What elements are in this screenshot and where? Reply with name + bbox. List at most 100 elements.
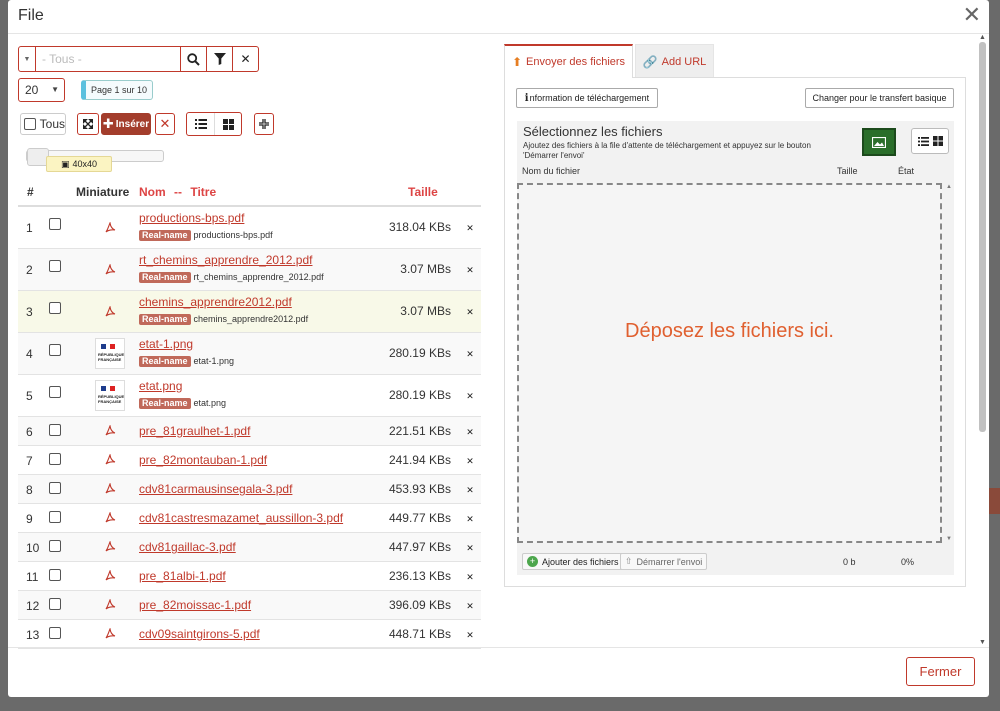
filter-button[interactable] (207, 46, 233, 72)
table-row[interactable]: 5 RÉPUBLIQUE FRANÇAISE etat.png Real-name… (18, 375, 481, 417)
search-button[interactable] (181, 46, 207, 72)
tab-upload[interactable]: ⬆ Envoyer des fichiers (504, 44, 633, 78)
delete-icon[interactable]: ✕ (465, 391, 475, 401)
dialog-scrollbar[interactable]: ▲ ▼ (977, 34, 988, 646)
file-size: 3.07 MBs (400, 262, 451, 276)
close-dialog-button[interactable]: Fermer (906, 657, 975, 686)
file-name-link[interactable]: pre_81albi-1.pdf (139, 569, 226, 583)
delete-icon[interactable]: ✕ (465, 265, 475, 275)
image-mode-button[interactable] (862, 128, 896, 156)
table-row[interactable]: 3 chemins_apprendre2012.pdf Real-name chem… (18, 291, 481, 333)
file-size: 318.04 KBs (388, 220, 451, 234)
delete-icon[interactable]: ✕ (465, 485, 475, 495)
table-row[interactable]: 6 pre_81graulhet-1.pdf 221.51 KBs ✕ (18, 417, 481, 446)
delete-icon[interactable]: ✕ (465, 456, 475, 466)
table-row[interactable]: 11 pre_81albi-1.pdf 236.13 KBs ✕ (18, 562, 481, 591)
image-thumbnail[interactable]: RÉPUBLIQUE FRANÇAISE (95, 338, 125, 369)
image-icon: ▣ (60, 158, 70, 169)
expand-button[interactable] (77, 113, 99, 135)
select-all-checkbox[interactable] (24, 118, 36, 130)
file-name-link[interactable]: cdv81carmausinsegala-3.pdf (139, 482, 292, 496)
delete-icon[interactable]: ✕ (465, 630, 475, 640)
insert-button[interactable]: ✚ Insérer (101, 113, 151, 135)
file-name-link[interactable]: pre_81graulhet-1.pdf (139, 424, 250, 438)
file-name-link[interactable]: cdv81gaillac-3.pdf (139, 540, 236, 554)
thumbnail-size-label: 40x40 (72, 159, 98, 169)
page-size-select[interactable]: 20 ▼ (18, 78, 65, 102)
file-name-link[interactable]: pre_82moissac-1.pdf (139, 598, 251, 612)
table-row[interactable]: 9 cdv81castresmazamet_aussillon-3.pdf 449… (18, 504, 481, 533)
row-checkbox[interactable] (49, 569, 61, 581)
table-row[interactable]: 10 cdv81gaillac-3.pdf 447.97 KBs ✕ (18, 533, 481, 562)
row-checkbox[interactable] (49, 260, 61, 272)
row-checkbox[interactable] (49, 511, 61, 523)
row-checkbox[interactable] (49, 453, 61, 465)
table-row[interactable]: 7 pre_82montauban-1.pdf 241.94 KBs ✕ (18, 446, 481, 475)
list-icon (194, 119, 207, 129)
row-checkbox[interactable] (49, 344, 61, 356)
file-name-link[interactable]: etat-1.png (139, 337, 193, 351)
delete-icon[interactable]: ✕ (465, 307, 475, 317)
table-row[interactable]: 8 cdv81carmausinsegala-3.pdf 453.93 KBs ✕ (18, 475, 481, 504)
row-checkbox[interactable] (49, 424, 61, 436)
start-upload-button[interactable]: ⇧ Démarrer l'envoi (620, 553, 708, 570)
tab-add-url[interactable]: 🔗 Add URL (635, 44, 714, 78)
delete-icon[interactable]: ✕ (465, 349, 475, 359)
search-input[interactable]: - Tous - (36, 46, 181, 72)
clear-search-button[interactable]: ✕ (233, 46, 259, 72)
row-checkbox[interactable] (49, 598, 61, 610)
compress-button[interactable] (254, 113, 274, 135)
table-row[interactable]: 13 cdv09saintgirons-5.pdf 448.71 KBs ✕ (18, 620, 481, 649)
delete-icon[interactable]: ✕ (465, 572, 475, 582)
row-number: 10 (26, 541, 40, 555)
dropzone-scrollbar[interactable]: ▲ ▼ (944, 183, 954, 543)
col-header-name-label: Nom (139, 185, 166, 199)
page-indicator: Page 1 sur 10 (81, 80, 153, 100)
select-all-toggle[interactable]: Tous (20, 113, 66, 135)
file-name-link[interactable]: pre_82montauban-1.pdf (139, 453, 267, 467)
delete-icon[interactable]: ✕ (465, 223, 475, 233)
search-dropdown[interactable]: ▼ (18, 46, 36, 72)
file-size: 396.09 KBs (388, 598, 451, 612)
dropzone[interactable]: Déposez les fichiers ici. (517, 183, 942, 543)
delete-icon[interactable]: ✕ (465, 543, 475, 553)
row-number: 6 (26, 425, 33, 439)
list-view-button[interactable] (187, 113, 214, 135)
image-thumbnail[interactable]: RÉPUBLIQUE FRANÇAISE (95, 380, 125, 411)
row-checkbox[interactable] (49, 627, 61, 639)
real-name-badge: Real-name (139, 230, 191, 241)
add-files-label: Ajouter des fichiers (542, 556, 619, 567)
file-name-link[interactable]: etat.png (139, 379, 182, 393)
file-name-link[interactable]: cdv09saintgirons-5.pdf (139, 627, 260, 641)
delete-icon[interactable]: ✕ (465, 601, 475, 611)
scroll-thumb[interactable] (979, 42, 986, 432)
upload-info-button[interactable]: i nformation de téléchargement (516, 88, 658, 108)
close-icon[interactable]: ✕ (963, 4, 981, 26)
uploader-view-toggle[interactable] (911, 128, 949, 154)
add-files-button[interactable]: + Ajouter des fichiers (522, 553, 624, 570)
table-row[interactable]: 2 rt_chemins_apprendre_2012.pdf Real-name… (18, 249, 481, 291)
switch-basic-upload-button[interactable]: Changer pour le transfert basique (805, 88, 954, 108)
col-header-name[interactable]: Nom -- Titre (139, 178, 216, 206)
grid-icon (222, 118, 234, 130)
file-name-link[interactable]: rt_chemins_apprendre_2012.pdf (139, 253, 312, 267)
row-checkbox[interactable] (49, 218, 61, 230)
pdf-icon (104, 511, 116, 524)
table-row[interactable]: 4 RÉPUBLIQUE FRANÇAISE etat-1.png Real-na… (18, 333, 481, 375)
row-number: 13 (26, 628, 40, 642)
file-name-link[interactable]: cdv81castresmazamet_aussillon-3.pdf (139, 511, 343, 525)
table-row[interactable]: 12 pre_82moissac-1.pdf 396.09 KBs ✕ (18, 591, 481, 620)
grid-view-button[interactable] (214, 113, 241, 135)
row-checkbox[interactable] (49, 482, 61, 494)
file-name-link[interactable]: productions-bps.pdf (139, 211, 244, 225)
row-checkbox[interactable] (49, 540, 61, 552)
row-checkbox[interactable] (49, 302, 61, 314)
delete-icon[interactable]: ✕ (465, 514, 475, 524)
row-checkbox[interactable] (49, 386, 61, 398)
remove-selection-button[interactable]: ✕ (155, 113, 175, 135)
table-row[interactable]: 1 productions-bps.pdf Real-name production… (18, 207, 481, 249)
col-header-size[interactable]: Taille (408, 178, 438, 206)
file-name-link[interactable]: chemins_apprendre2012.pdf (139, 295, 292, 309)
start-upload-label: Démarrer l'envoi (636, 556, 703, 567)
delete-icon[interactable]: ✕ (465, 427, 475, 437)
